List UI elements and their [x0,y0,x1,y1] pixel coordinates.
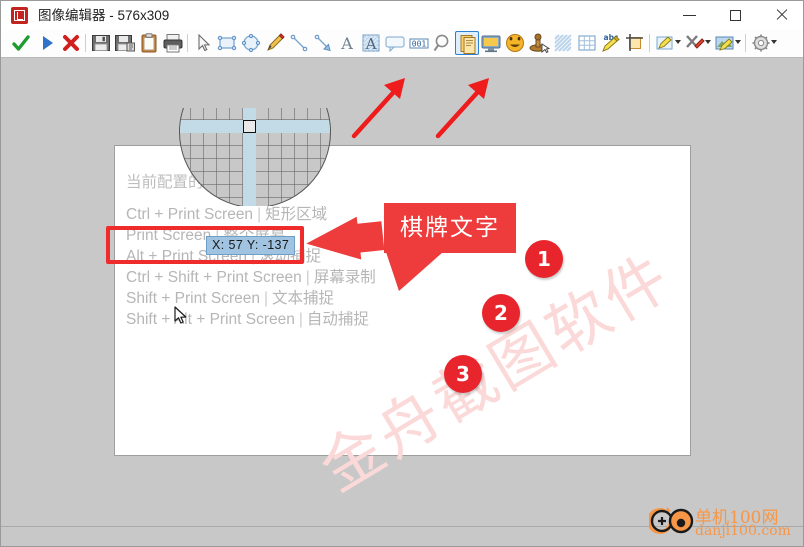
number-001-icon[interactable]: 001 [407,31,431,55]
settings-dropdown-icon[interactable] [749,31,773,55]
ellipse-icon[interactable] [239,31,263,55]
rectangle-icon[interactable] [215,31,239,55]
confirm-check-icon[interactable] [9,31,33,55]
step-badge-2: 2 [482,294,520,332]
shortcut-keys: Shift + Print Screen [126,290,260,307]
shortcut-action: 矩形区域 [265,206,328,223]
save-icon[interactable] [89,31,113,55]
list-item: Ctrl + Shift + Print Screen | 屏幕录制 [126,267,666,288]
list-item: Shift + Alt + Print Screen | 自动捕捉 [126,309,666,330]
page-icon[interactable] [455,31,479,55]
line-icon[interactable] [287,31,311,55]
pointer-icon[interactable] [191,31,215,55]
magnifier-loupe [179,108,331,206]
play-icon[interactable] [35,31,59,55]
main-toolbar: A A 001 abc [1,29,803,58]
logo-url: danji100.com [695,523,791,539]
callout-label: 棋牌文字 [400,215,500,241]
shortcut-separator: | [263,290,268,307]
coordinate-tooltip: X: 57 Y: -137 [206,236,296,255]
shortcut-separator: | [305,269,310,286]
list-item: Shift + Print Screen | 文本捕捉 [126,288,666,309]
shortcut-keys: Shift + Alt + Print Screen [126,311,295,328]
app-logo-icon [11,7,28,24]
maximize-button[interactable] [713,1,759,29]
shortcut-separator: | [298,311,303,328]
abc-highlight-icon[interactable]: abc [599,31,623,55]
clipboard-icon[interactable] [137,31,161,55]
shortcut-keys: Ctrl + Shift + Print Screen [126,269,302,286]
red-callout-box[interactable]: 棋牌文字 [384,203,516,253]
minimize-button[interactable] [667,1,713,29]
shortcut-action: 屏幕录制 [313,269,376,286]
cancel-cross-icon[interactable] [59,31,83,55]
svg-text:A: A [340,34,353,53]
stamp-icon[interactable] [527,31,551,55]
magnifier-icon[interactable] [431,31,455,55]
shortcut-keys: Ctrl + Print Screen [126,206,254,223]
logo-mark-icon [647,507,694,534]
mouse-cursor-icon [174,306,187,324]
close-button[interactable] [759,1,803,29]
image-dropdown-icon[interactable] [713,31,737,55]
smiley-icon[interactable] [503,31,527,55]
arrow-to-toolbar-right [435,78,489,139]
window-title: 图像编辑器 - 576x309 [38,8,170,23]
step-badge-1: 1 [525,240,563,278]
shortcut-action: 自动捕捉 [306,311,369,328]
crop-icon[interactable] [623,31,647,55]
image-editor-window: 图像编辑器 - 576x309 A A 001 abc 金舟截图软件 Ctrl … [0,0,804,547]
svg-text:A: A [365,35,377,53]
svg-text:001: 001 [412,40,427,49]
shortcut-action: 文本捕捉 [272,290,335,307]
title-bar: 图像编辑器 - 576x309 [1,1,803,30]
edit-dropdown-icon[interactable] [653,31,677,55]
text-box-icon[interactable]: A [359,31,383,55]
text-icon[interactable]: A [335,31,359,55]
monitor-icon[interactable] [479,31,503,55]
grid-icon[interactable] [575,31,599,55]
shortcut-separator: | [257,206,262,223]
step-badge-3: 3 [444,355,482,393]
magnifier-center-pixel [243,120,256,133]
arrow-to-toolbar-left [351,78,405,139]
tools-dropdown-icon[interactable] [683,31,707,55]
print-icon[interactable] [161,31,185,55]
editor-workspace[interactable]: 金舟截图软件 当前配置的快捷键 Ctrl + Print Screen|矩形区域… [1,58,803,526]
site-logo: 单机100网 danji100.com [647,504,799,544]
pencil-icon[interactable] [263,31,287,55]
mosaic-icon[interactable] [551,31,575,55]
callout-icon[interactable] [383,31,407,55]
save-as-icon[interactable] [113,31,137,55]
arrow-icon[interactable] [311,31,335,55]
